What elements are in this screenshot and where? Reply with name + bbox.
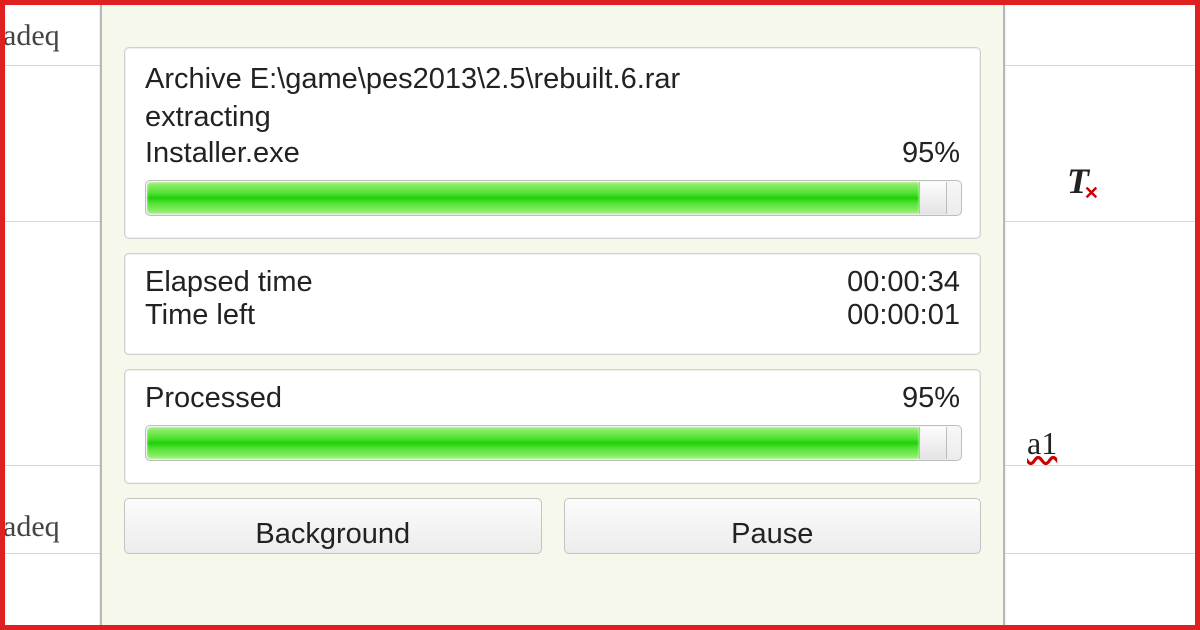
frame: adeq adeq T✕ a1 Archive E:\game\pes2013\… <box>0 0 1200 630</box>
bg-text-a1: a1 <box>1027 425 1057 462</box>
pause-button[interactable]: Pause <box>564 498 982 554</box>
time-panel: Elapsed time 00:00:34 Time left 00:00:01 <box>124 253 981 355</box>
total-progress-fill <box>147 427 919 459</box>
file-progress-head <box>919 182 947 214</box>
background-button[interactable]: Background <box>124 498 542 554</box>
elapsed-value: 00:00:34 <box>847 266 960 299</box>
archive-path: E:\game\pes2013\2.5\rebuilt.6.rar <box>250 63 680 95</box>
current-file-name: Installer.exe <box>145 137 300 170</box>
bg-text: adeq <box>3 510 60 544</box>
file-progress-fill <box>147 182 919 214</box>
status-line: extracting <box>145 98 960 136</box>
elapsed-label: Elapsed time <box>145 266 313 299</box>
clear-formatting-icon[interactable]: T✕ <box>1067 160 1089 202</box>
timeleft-label: Time left <box>145 299 255 332</box>
archive-line: Archive E:\game\pes2013\2.5\rebuilt.6.ra… <box>145 60 960 98</box>
total-progress-bar <box>145 425 962 461</box>
file-progress-bar <box>145 180 962 216</box>
processed-percent: 95% <box>902 382 960 415</box>
dialog-buttons: Background Pause <box>124 498 981 554</box>
total-progress-head <box>919 427 947 459</box>
total-progress-panel: Processed 95% <box>124 369 981 484</box>
bg-text: adeq <box>3 19 60 53</box>
timeleft-value: 00:00:01 <box>847 299 960 332</box>
extraction-dialog: Archive E:\game\pes2013\2.5\rebuilt.6.ra… <box>100 0 1005 630</box>
processed-label: Processed <box>145 382 282 415</box>
archive-label: Archive <box>145 63 242 95</box>
current-file-percent: 95% <box>902 137 960 170</box>
file-progress-panel: Archive E:\game\pes2013\2.5\rebuilt.6.ra… <box>124 47 981 239</box>
